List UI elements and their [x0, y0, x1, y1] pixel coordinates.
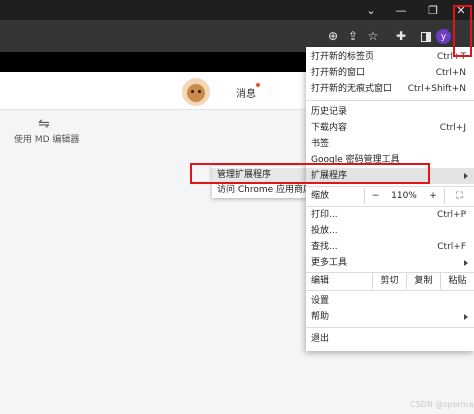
menu-label: 投放... [311, 226, 338, 236]
menu-item-help[interactable]: 帮助 [306, 309, 474, 325]
chrome-web-store-item[interactable]: 访问 Chrome 应用商店 [212, 183, 306, 197]
menu-separator [306, 186, 474, 187]
menu-item-incognito[interactable]: 打开新的无痕式窗口 Ctrl+Shift+N [306, 81, 474, 97]
menu-item-zoom: 缩放 − 110% + ⛶ [306, 188, 474, 204]
share-icon[interactable]: ⇪ [342, 25, 364, 47]
menu-label: 打开新的标签页 [311, 52, 375, 62]
menu-item-more-tools[interactable]: 更多工具 [306, 255, 474, 271]
menu-shortcut: Ctrl+P [437, 210, 466, 220]
annotation-box-extensions [190, 163, 430, 184]
md-editor-label[interactable]: 使用 MD 编辑器 [14, 132, 79, 145]
chevron-right-icon [464, 173, 468, 179]
menu-item-print[interactable]: 打印... Ctrl+P [306, 207, 474, 223]
menu-shortcut: Ctrl+F [437, 242, 466, 252]
zoom-in-button[interactable]: + [422, 188, 444, 204]
menu-label: 设置 [311, 296, 330, 306]
zoom-level-value: 110% [391, 191, 417, 201]
menu-item-bookmarks[interactable]: 书签 [306, 136, 474, 152]
copy-button[interactable]: 复制 [406, 273, 440, 289]
menu-label: 下载内容 [311, 123, 348, 133]
title-bar: ⌄ — ❐ ✕ [0, 0, 474, 20]
annotation-box-menu-button [453, 5, 472, 57]
chrome-main-menu: 打开新的标签页 Ctrl+T 打开新的窗口 Ctrl+N 打开新的无痕式窗口 C… [306, 47, 474, 351]
menu-item-new-window[interactable]: 打开新的窗口 Ctrl+N [306, 65, 474, 81]
menu-item-cast[interactable]: 投放... [306, 223, 474, 239]
menu-label: 打开新的窗口 [311, 68, 366, 78]
user-avatar[interactable] [182, 78, 210, 106]
menu-item-new-tab[interactable]: 打开新的标签页 Ctrl+T [306, 49, 474, 65]
menu-item-find[interactable]: 查找... Ctrl+F [306, 239, 474, 255]
profile-avatar[interactable]: y [436, 29, 451, 44]
chevron-right-icon [464, 314, 468, 320]
zoom-out-button[interactable]: − [364, 188, 386, 204]
chevron-right-icon [464, 260, 468, 266]
fullscreen-icon[interactable]: ⛶ [444, 188, 474, 204]
chevron-down-icon[interactable]: ⌄ [356, 0, 386, 20]
paste-button[interactable]: 粘贴 [440, 273, 474, 289]
cut-button[interactable]: 剪切 [372, 273, 406, 289]
menu-shortcut: Ctrl+N [435, 68, 466, 78]
menu-item-history[interactable]: 历史记录 [306, 104, 474, 120]
restore-icon[interactable]: ❐ [418, 0, 448, 20]
menu-shortcut: Ctrl+J [439, 123, 466, 133]
menu-label: 书签 [311, 139, 330, 149]
extensions-icon[interactable]: ✚ [390, 25, 412, 47]
menu-label: 帮助 [311, 312, 330, 322]
messages-link[interactable]: 消息 [236, 85, 256, 100]
watermark: CSDN @sperma [410, 400, 474, 409]
side-panel-icon[interactable] [421, 32, 431, 42]
menu-label: 编辑 [311, 276, 330, 286]
menu-shortcut: Ctrl+Shift+N [407, 84, 466, 94]
menu-label: 历史记录 [311, 107, 348, 117]
minimize-button[interactable]: — [386, 0, 416, 20]
menu-label: 打印... [311, 210, 338, 220]
menu-item-exit[interactable]: 退出 [306, 331, 474, 347]
menu-item-settings[interactable]: 设置 [306, 293, 474, 309]
menu-label: 查找... [311, 242, 338, 252]
menu-item-downloads[interactable]: 下载内容 Ctrl+J [306, 120, 474, 136]
menu-label: 退出 [311, 334, 330, 344]
star-icon[interactable]: ☆ [362, 25, 384, 47]
menu-separator [306, 100, 474, 101]
notification-dot [256, 83, 260, 87]
menu-label: 更多工具 [311, 258, 348, 268]
menu-label: 打开新的无痕式窗口 [311, 84, 393, 94]
zoom-icon[interactable]: ⊕ [322, 25, 344, 47]
menu-separator [306, 290, 474, 291]
switch-arrows-icon[interactable]: ⇋ [38, 116, 50, 132]
menu-separator [306, 327, 474, 328]
menu-label: 缩放 [311, 191, 330, 201]
menu-item-edit: 编辑 剪切 复制 粘贴 [306, 273, 474, 289]
